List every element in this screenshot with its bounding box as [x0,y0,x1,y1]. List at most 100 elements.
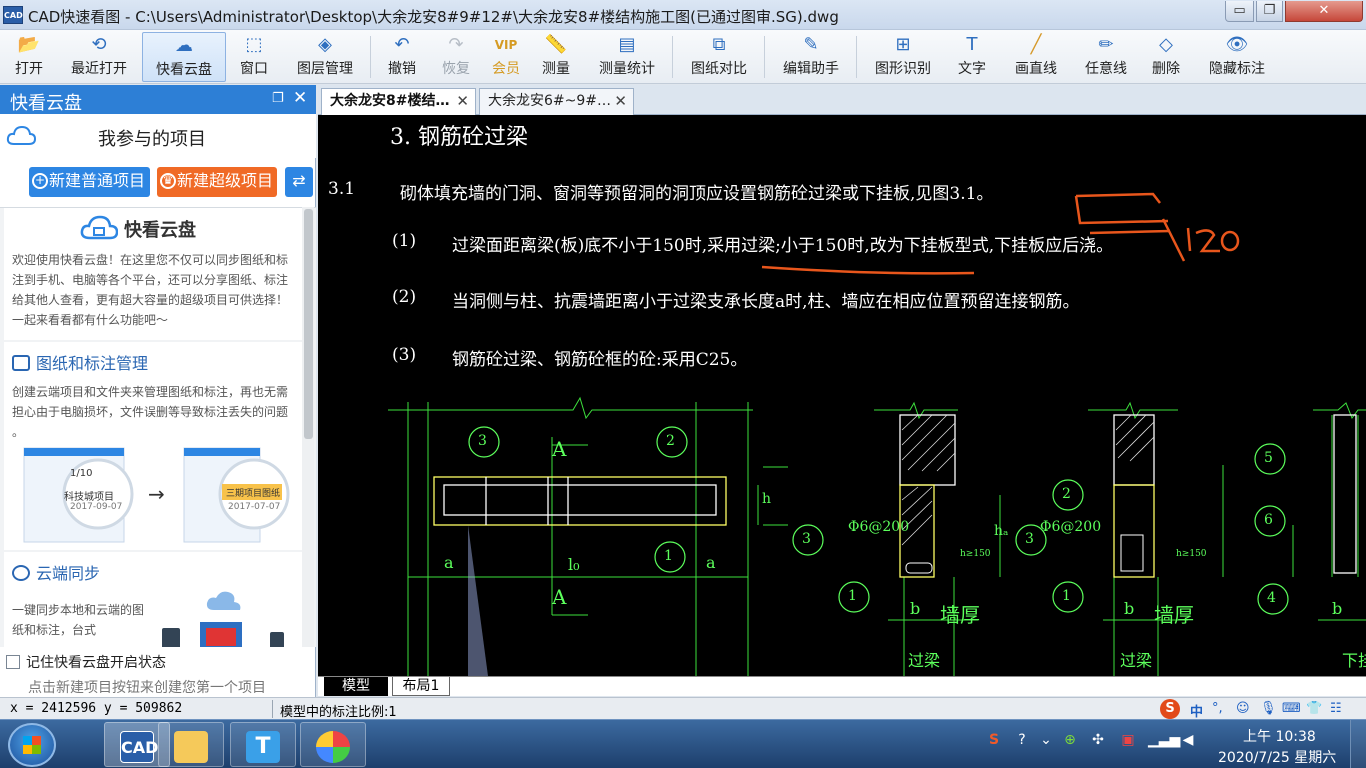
folder-open-icon: 📂 [17,34,41,55]
stirrup [1120,534,1144,572]
callout-6: 6 [1264,512,1273,528]
clock-time[interactable]: 上午 10:38 [1243,726,1316,746]
close-tab-2-icon[interactable]: ✕ [614,89,627,114]
measure-button[interactable]: 📏 测量 [536,32,576,82]
window-label: 窗口 [240,61,268,77]
taskbar-pinwheel-app[interactable] [300,722,366,767]
taskbar-explorer[interactable] [158,722,224,767]
callout-3b: 3 [802,531,811,547]
tab-layout-1[interactable]: 布局1 [392,677,450,696]
measure-stats-icon: ▤ [618,34,636,55]
dim-b-1: b [910,599,921,618]
open-button[interactable]: 📂 打开 [6,32,52,82]
hide-annotation-button[interactable]: 👁 隐藏标注 [1204,32,1270,82]
undo-icon: ↶ [394,34,410,55]
ime-chinese-mode[interactable]: 中 [1190,701,1203,720]
recent-button[interactable]: ⟲ 最近打开 [64,32,134,82]
lintel-name-1: 过梁 [908,651,941,670]
beam-elevation [433,414,1357,578]
draw-line-button[interactable]: ╱ 画直线 [1008,32,1064,82]
layers-icon: ◈ [318,34,332,55]
remember-option[interactable]: 记住快看云盘开启状态 [6,652,166,672]
drawing-canvas[interactable]: 3. 钢筋砼过梁 3.1 砌体填充墙的门洞、窗洞等预留洞的洞顶应设置钢筋砼过梁或… [318,115,1366,676]
compare-label: 图纸对比 [691,61,747,77]
new-super-project-button[interactable]: ♛ 新建超级项目 [157,167,277,197]
layout-tabs: 模型 布局1 [318,676,1366,696]
document-tabs: 大余龙安8#楼结… ✕ 大余龙安6#~9#… ✕ [318,85,1366,115]
microphone-icon[interactable]: 🎙 [1260,701,1277,716]
text-button[interactable]: T 文字 [952,32,992,82]
compare-icon: ⧉ [712,34,726,55]
para-3-text: 钢筋砼过梁、钢筋砼框的砼:采用C25。 [452,350,748,370]
sync-button[interactable]: ⇄ [285,167,313,197]
callout-2: 2 [666,433,675,449]
show-desktop-button[interactable] [1350,720,1366,768]
toolbox-icon[interactable]: ☷ [1330,701,1342,716]
redo-label: 恢复 [442,61,470,77]
open-label: 打开 [15,61,43,77]
network-share-icon[interactable]: ✣ [1088,732,1108,752]
dim-l0: l₀ [568,555,580,574]
system-tray: S ? ⌄ ⊕ ✣ ▣ ▁▃▅ ◀ [978,730,1208,758]
edit-assistant-button[interactable]: ✎ 编辑助手 [776,32,846,82]
start-button[interactable] [8,723,56,767]
shape-recognize-button[interactable]: ⊞ 图形识别 [868,32,938,82]
panel-scroll-thumb[interactable] [304,209,313,439]
status-bar: x = 2412596 y = 509862 模型中的标注比例:1 S 中 °,… [0,697,1366,720]
help-icon[interactable]: ? [1012,732,1032,752]
sogou-ime-icon[interactable]: S [1160,699,1180,719]
cloud-icon: ☁ [175,35,193,56]
taskbar-t-app[interactable]: T [230,722,296,767]
emoji-icon[interactable]: ☺ [1236,701,1250,716]
remember-label: 记住快看云盘开启状态 [26,655,166,671]
manage-text: 创建云端项目和文件夹来管理图纸和标注，再也无需担心由于电脑损坏，文件误删等导致标… [12,385,289,439]
callout-1: 1 [664,548,673,564]
callout-1b: 1 [848,588,857,604]
minimize-button[interactable]: ▭ [1225,1,1254,22]
tab-document-2[interactable]: 大余龙安6#~9#… ✕ [479,88,634,115]
measure-stats-button[interactable]: ▤ 测量统计 [592,32,662,82]
add-icon[interactable]: ⊕ [1060,732,1080,752]
intro-card: 快看云盘 欢迎使用快看云盘！在这里您不仅可以同步图纸和标注到手机、电脑等各个平台… [4,208,302,340]
keyboard-icon[interactable]: ⌨ [1282,701,1301,716]
compare-button[interactable]: ⧉ 图纸对比 [684,32,754,82]
pinwheel-icon [316,730,350,763]
undo-button[interactable]: ↶ 撤销 [380,32,424,82]
vip-button[interactable]: VIP 会员 [486,32,526,82]
ime-toolbar[interactable]: S 中 °, ☺ 🎙 ⌨ 👕 ☷ [1160,699,1366,720]
wall-thickness-2: 墙厚 [1154,603,1194,627]
annotation-scale: 模型中的标注比例:1 [280,705,397,720]
layer-manager-button[interactable]: ◈ 图层管理 [290,32,360,82]
clock-date[interactable]: 2020/7/25 星期六 [1218,747,1336,767]
close-tab-1-icon[interactable]: ✕ [456,89,469,114]
maximize-button[interactable]: ❐ [1256,1,1283,22]
remember-checkbox[interactable] [6,655,20,669]
freehand-line-label: 任意线 [1085,61,1127,77]
freehand-line-button[interactable]: ✏ 任意线 [1078,32,1134,82]
tab-document-2-label: 大余龙安6#~9#… [488,93,612,109]
panel-restore-button[interactable]: ❐ [272,91,284,106]
skin-icon[interactable]: 👕 [1306,701,1322,716]
para-3-number: (3) [392,345,417,365]
cloud-disk-button[interactable]: ☁ 快看云盘 [142,32,226,82]
signal-icon[interactable]: ▁▃▅ [1148,732,1180,752]
sync-illustration [162,591,284,647]
cloud-panel: 快看云盘 ❐ ✕ 我参与的项目 + 新建普通项目 ♛ 新建超级项目 ⇄ 快看云盘… [0,85,316,697]
redo-button[interactable]: ↷ 恢复 [434,32,478,82]
punctuation-icon[interactable]: °, [1212,701,1223,716]
chevron-down-icon[interactable]: ⌄ [1036,732,1056,752]
callout-4: 4 [1267,590,1276,606]
tab-model[interactable]: 模型 [324,677,388,696]
panel-close-button[interactable]: ✕ [293,88,307,108]
volume-icon[interactable]: ◀ [1178,732,1198,752]
sogou-tray-icon[interactable]: S [984,732,1004,752]
new-normal-project-button[interactable]: + 新建普通项目 [29,167,150,197]
delete-label: 删除 [1152,61,1180,77]
tab-document-1[interactable]: 大余龙安8#楼结… ✕ [321,88,476,115]
close-window-button[interactable]: ✕ [1285,1,1363,22]
security-icon[interactable]: ▣ [1118,732,1138,752]
wall-thickness-1: 墙厚 [940,603,980,627]
window-button[interactable]: ⬚ 窗口 [234,32,274,82]
delete-button[interactable]: ◇ 删除 [1146,32,1186,82]
panel-scroll-area[interactable]: 快看云盘 欢迎使用快看云盘！在这里您不仅可以同步图纸和标注到手机、电脑等各个平台… [0,207,316,647]
